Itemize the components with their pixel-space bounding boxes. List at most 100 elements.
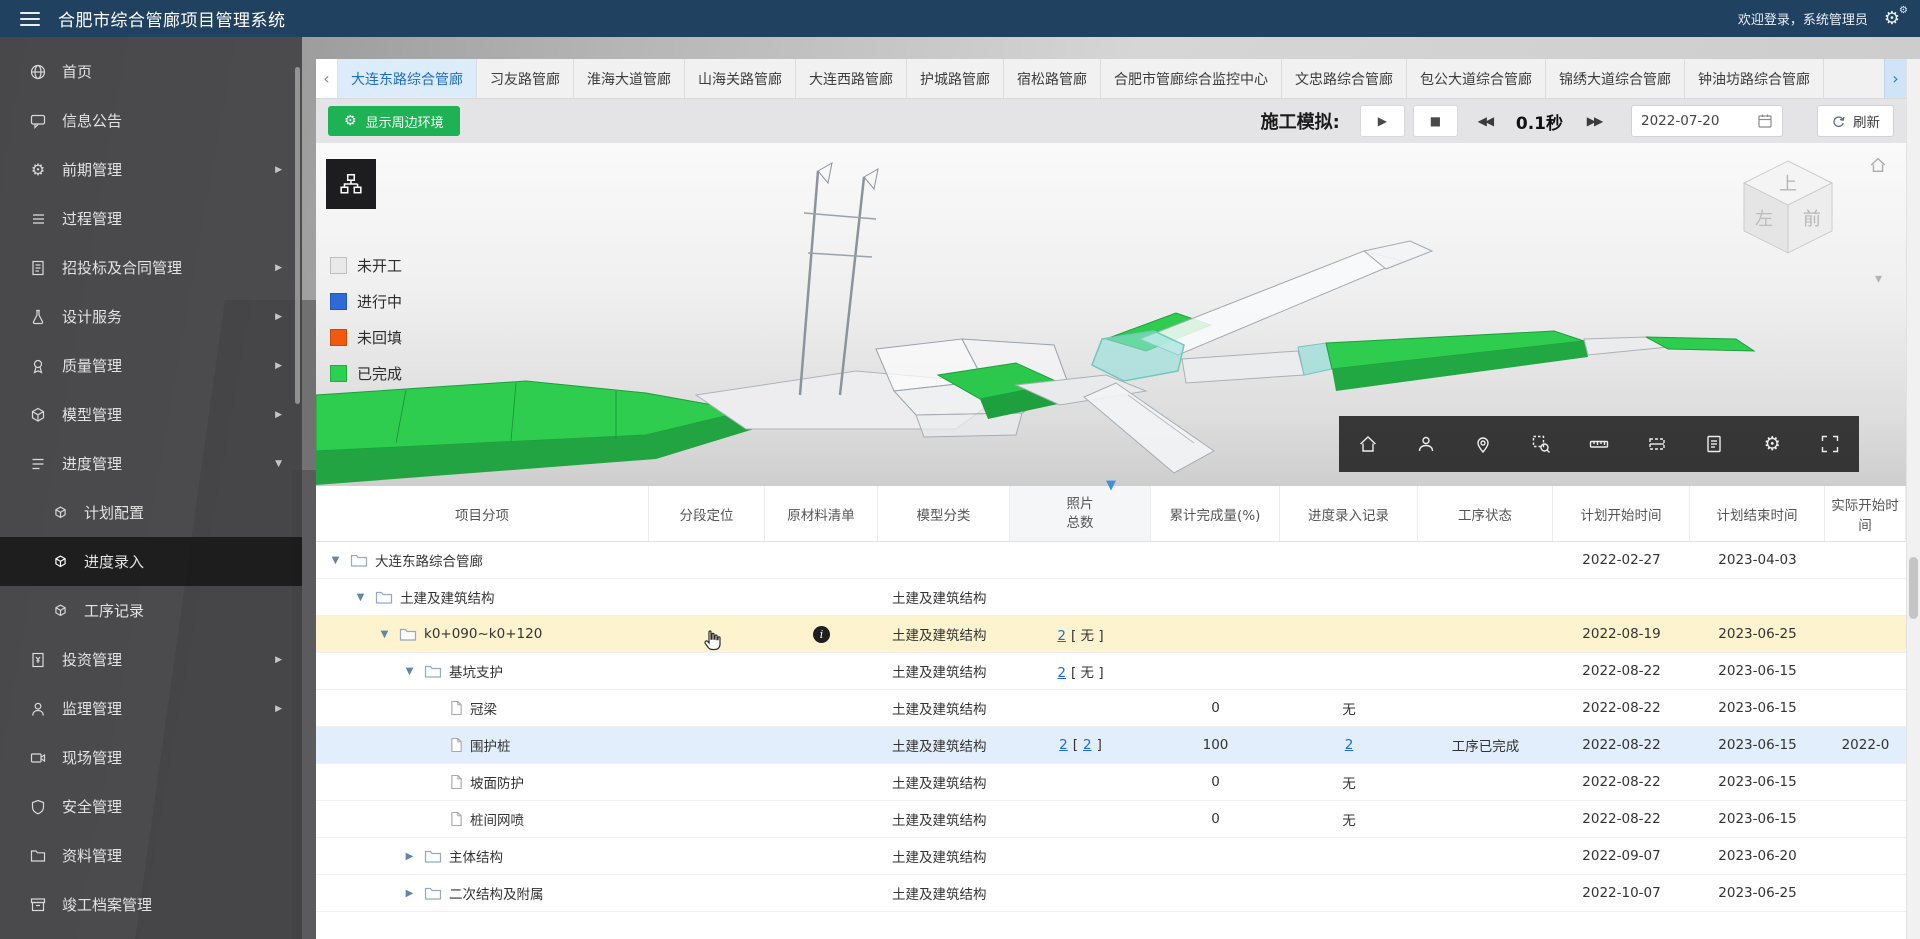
tree-toggle-icon[interactable]: ▶ (402, 851, 417, 862)
col-header-completion: 累计完成量(%) (1151, 486, 1280, 541)
col-header-progress-records: 进度录入记录 (1280, 486, 1418, 541)
tab-monitor-center[interactable]: 合肥市管廊综合监控中心 (1101, 59, 1282, 98)
photo-count-link[interactable]: 2 (1057, 665, 1066, 681)
photo-count-link[interactable]: 2 (1083, 737, 1092, 753)
col-header-segment: 分段定位 (649, 486, 765, 541)
date-picker[interactable]: 2022-07-20 (1631, 105, 1783, 137)
table-row[interactable]: ▼ 基坑支护 土建及建筑结构 2[ 无 ] 2022-08-22 2023-06… (316, 653, 1906, 690)
clipboard-list-icon[interactable] (1697, 427, 1731, 461)
legend-swatch-inprogress (330, 293, 347, 310)
tree-toggle-icon[interactable]: ▼ (402, 666, 417, 677)
sidebar-item-process[interactable]: 过程管理 (0, 194, 302, 243)
tab-zhongyoufang[interactable]: 钟油坊路综合管廊 (1685, 59, 1824, 98)
sidebar-item-progress-entry[interactable]: 进度录入 (0, 537, 302, 586)
model-tree-button[interactable] (326, 159, 376, 209)
sidebar-item-quality[interactable]: 质量管理 ▶ (0, 341, 302, 390)
speed-down-button[interactable]: ◀◀ (1466, 105, 1504, 137)
tree-toggle-icon[interactable]: ▼ (328, 555, 343, 566)
sidebar-item-safety[interactable]: 安全管理 (0, 782, 302, 831)
photo-note: [ 无 ] (1071, 628, 1104, 644)
folder-icon (28, 847, 48, 865)
tab-xiyou[interactable]: 习友路管廊 (477, 59, 574, 98)
viewport-settings-gear-icon[interactable]: ⚙ (1755, 427, 1789, 461)
cube-chevron-down-icon[interactable]: ▾ (1875, 271, 1882, 287)
location-pin-icon[interactable] (1466, 427, 1500, 461)
table-row[interactable]: 坡面防护 土建及建筑结构 0 无 2022-08-22 2023-06-15 (316, 764, 1906, 801)
tab-jinxiu[interactable]: 锦绣大道综合管廊 (1546, 59, 1685, 98)
viewport-home-icon[interactable] (1868, 155, 1888, 175)
sidebar-item-home[interactable]: 首页 (0, 47, 302, 96)
tab-shanhaiguan[interactable]: 山海关路管廊 (685, 59, 796, 98)
tree-toggle-icon[interactable]: ▼ (377, 629, 392, 640)
plan-end-cell: 2023-06-25 (1690, 626, 1825, 642)
sidebar-item-plan-config[interactable]: 计划配置 (0, 488, 302, 537)
photo-count-link[interactable]: 2 (1059, 737, 1068, 753)
walkthrough-person-icon[interactable] (1409, 427, 1443, 461)
sidebar-item-progress[interactable]: 进度管理 ▼ (0, 439, 302, 488)
viewport-3d[interactable]: 未开工 进行中 未回填 已完成 上 左 前 (316, 143, 1906, 486)
speed-up-button[interactable]: ▶▶ (1575, 105, 1613, 137)
model-category-cell: 土建及建筑结构 (878, 698, 1010, 718)
col-header-materials: 原材料清单 (765, 486, 878, 541)
settings-gear-icon[interactable]: ⚙⚙ (1884, 10, 1900, 28)
tab-dalian-east[interactable]: 大连东路综合管廊 (338, 59, 477, 98)
sidebar-item-early-stage[interactable]: ⚙ 前期管理 ▶ (0, 145, 302, 194)
sidebar-scrollbar-thumb[interactable] (295, 67, 300, 404)
sidebar-item-completion-archive[interactable]: 竣工档案管理 (0, 880, 302, 929)
flask-icon (28, 308, 48, 326)
tree-toggle-icon[interactable]: ▶ (402, 888, 417, 899)
model-category-cell: 土建及建筑结构 (878, 624, 1010, 644)
fullscreen-icon[interactable] (1813, 427, 1847, 461)
sidebar-item-investment[interactable]: 投资管理 ▶ (0, 635, 302, 684)
rewind-icon: ◀◀ (1478, 114, 1492, 128)
table-row[interactable]: ▶ 二次结构及附属 土建及建筑结构 2022-10-07 2023-06-25 (316, 875, 1906, 912)
tab-hucheng[interactable]: 护城路管廊 (907, 59, 1004, 98)
show-environment-button[interactable]: ⚙ 显示周边环境 (328, 106, 460, 136)
tab-baogong[interactable]: 包公大道综合管廊 (1407, 59, 1546, 98)
sidebar-item-process-records[interactable]: 工序记录 (0, 586, 302, 635)
photo-count-link[interactable]: 2 (1057, 628, 1066, 644)
table-row-selected[interactable]: ▼ k0+090~k0+120 i 土建及建筑结构 2[ 无 ] 2022-08… (316, 616, 1906, 653)
sidebar-item-announcements[interactable]: 信息公告 (0, 96, 302, 145)
menu-hamburger-icon[interactable] (20, 12, 40, 26)
table-row[interactable]: ▶ 主体结构 土建及建筑结构 2022-09-07 2023-06-20 (316, 838, 1906, 875)
model-category-cell: 土建及建筑结构 (878, 809, 1010, 829)
stop-button[interactable]: ■ (1413, 105, 1458, 137)
tabs-scroll-right-button[interactable]: › (1884, 59, 1906, 98)
refresh-button[interactable]: 刷新 (1817, 105, 1894, 137)
table-row[interactable]: 冠梁 土建及建筑结构 0 无 2022-08-22 2023-06-15 (316, 690, 1906, 727)
invest-doc-icon (28, 651, 48, 669)
table-row[interactable]: ▼ 大连东路综合管廊 2022-02-27 2023-04-03 (316, 542, 1906, 579)
sidebar-item-design-services[interactable]: 设计服务 ▶ (0, 292, 302, 341)
table-row-highlighted[interactable]: 围护桩 土建及建筑结构 2[2] 100 2 工序已完成 2022-08-22 … (316, 727, 1906, 764)
page-scrollbar-thumb[interactable] (1909, 557, 1918, 619)
sidebar-item-site[interactable]: 现场管理 (0, 733, 302, 782)
tab-huaihai[interactable]: 淮海大道管廊 (574, 59, 685, 98)
model-category-cell: 土建及建筑结构 (878, 735, 1010, 755)
tab-susong[interactable]: 宿松路管廊 (1004, 59, 1101, 98)
section-box-icon[interactable] (1640, 427, 1674, 461)
measure-ruler-icon[interactable] (1582, 427, 1616, 461)
sidebar-item-model[interactable]: 模型管理 ▶ (0, 390, 302, 439)
sidebar-item-supervision[interactable]: 监理管理 ▶ (0, 684, 302, 733)
legend-swatch-completed (330, 365, 347, 382)
sidebar-item-bidding-contracts[interactable]: 招投标及合同管理 ▶ (0, 243, 302, 292)
records-link[interactable]: 2 (1345, 737, 1354, 753)
sidebar-item-documents[interactable]: 资料管理 (0, 831, 302, 880)
table-row[interactable]: 桩间网喷 土建及建筑结构 0 无 2022-08-22 2023-06-15 (316, 801, 1906, 838)
tab-dalian-west[interactable]: 大连西路管廊 (796, 59, 907, 98)
chevron-right-icon: ▶ (275, 165, 282, 175)
calendar-icon (1757, 113, 1773, 129)
tree-toggle-icon[interactable]: ▼ (353, 592, 368, 603)
table-row[interactable]: ▼ 土建及建筑结构 土建及建筑结构 (316, 579, 1906, 616)
page-scrollbar[interactable] (1906, 59, 1920, 939)
viewport-collapse-handle[interactable]: ▼ (1106, 479, 1116, 492)
tree-item-label: 主体结构 (449, 846, 503, 866)
home-view-icon[interactable] (1351, 427, 1385, 461)
info-icon[interactable]: i (813, 626, 830, 643)
navigation-cube[interactable]: 上 左 前 (1728, 149, 1848, 269)
tab-wenzhong[interactable]: 文忠路综合管廊 (1282, 59, 1407, 98)
box-search-icon[interactable] (1524, 427, 1558, 461)
play-button[interactable]: ▶ (1360, 105, 1405, 137)
tabs-scroll-left-button[interactable]: ‹ (316, 59, 338, 98)
